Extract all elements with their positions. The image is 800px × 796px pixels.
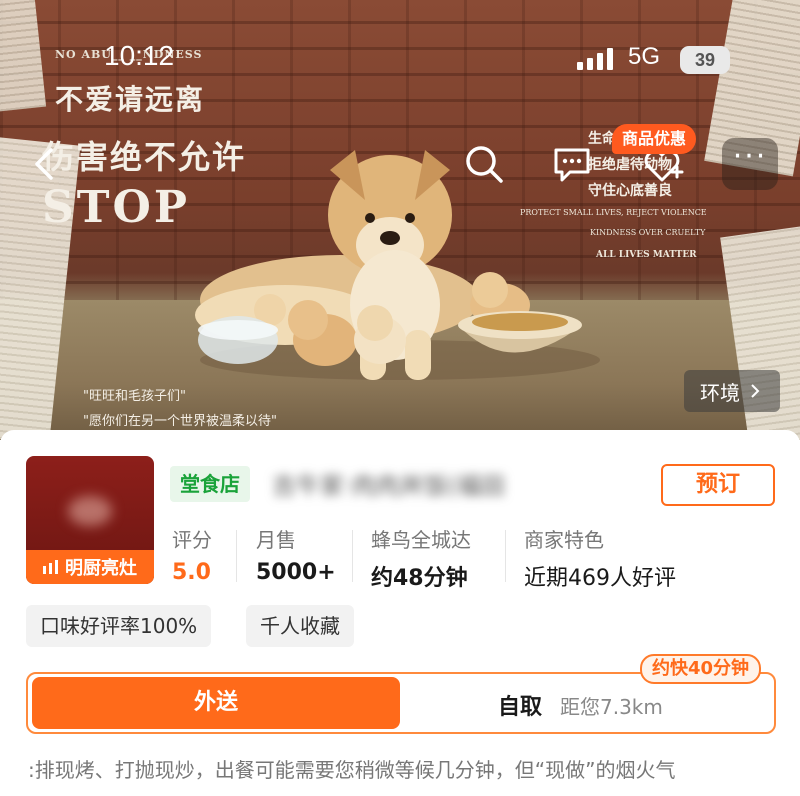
logo-banner: 明厨亮灶 <box>26 550 154 584</box>
merchant-feature-value[interactable]: 近期469人好评 <box>524 560 676 592</box>
store-name: 吉牛家·肉肉丼饭(福田 <box>272 472 505 500</box>
favorites-chip[interactable]: 千人收藏 <box>246 605 354 647</box>
monthly-sales-value: 5000+ <box>256 560 336 585</box>
tab-delivery[interactable]: 外送 <box>32 677 400 729</box>
chevron-right-icon <box>751 384 760 398</box>
merchant-feature-label: 商家特色 <box>524 528 604 552</box>
pickup-distance: 距您7.3km <box>560 695 663 719</box>
hero-banner[interactable]: NO ABU__ __NDNESS 不爱请远离 伤害绝不允许 STOP 生命 拒… <box>0 0 800 440</box>
bar-chart-icon <box>43 560 58 574</box>
environment-label: 环境 <box>700 380 740 405</box>
poster-quote: "愿你们在另一个世界被温柔以待" <box>83 414 277 429</box>
environment-button[interactable]: 环境 <box>684 370 780 412</box>
delivery-time-value: 约48分钟 <box>371 566 468 591</box>
logo-emblem <box>68 496 112 526</box>
status-time: 10:12 <box>104 40 175 71</box>
divider <box>352 530 353 582</box>
logo-banner-label: 明厨亮灶 <box>65 558 137 579</box>
store-logo[interactable]: 明厨亮灶 <box>26 456 154 584</box>
divider <box>505 530 506 582</box>
poster-quote: "旺旺和毛孩子们" <box>83 389 186 404</box>
newspaper-decoration <box>0 0 47 113</box>
signal-icon <box>577 48 613 70</box>
back-arrow-icon[interactable] <box>20 138 72 190</box>
battery-icon: 39 <box>680 46 730 74</box>
monthly-sales-label: 月售 <box>256 528 296 552</box>
network-type: 5G <box>628 43 661 70</box>
dine-in-tag: 堂食店 <box>170 466 250 502</box>
delivery-time-label: 蜂鸟全城达 <box>371 528 471 552</box>
tab-pickup[interactable]: 自取 <box>498 689 542 721</box>
taste-rating-chip[interactable]: 口味好评率100% <box>26 605 212 647</box>
poster-headline: 不爱请远离 <box>55 83 206 116</box>
chat-icon[interactable] <box>546 138 598 190</box>
faster-badge: 约快40分钟 <box>640 654 762 684</box>
divider <box>236 530 237 582</box>
poster-slogan-en: ALL LIVES MATTER <box>596 250 697 260</box>
store-description[interactable]: :排现烤、打抛现炒，出餐可能需要您稍微等候几分钟，但“现做”的烟火气 <box>28 754 788 783</box>
promo-badge[interactable]: 商品优惠 <box>612 124 697 154</box>
rating-value: 5.0 <box>172 560 211 585</box>
more-icon[interactable]: ··· <box>722 138 778 190</box>
rating-label: 评分 <box>172 528 212 552</box>
reserve-button[interactable]: 预订 <box>661 464 775 506</box>
search-icon[interactable] <box>458 138 510 190</box>
